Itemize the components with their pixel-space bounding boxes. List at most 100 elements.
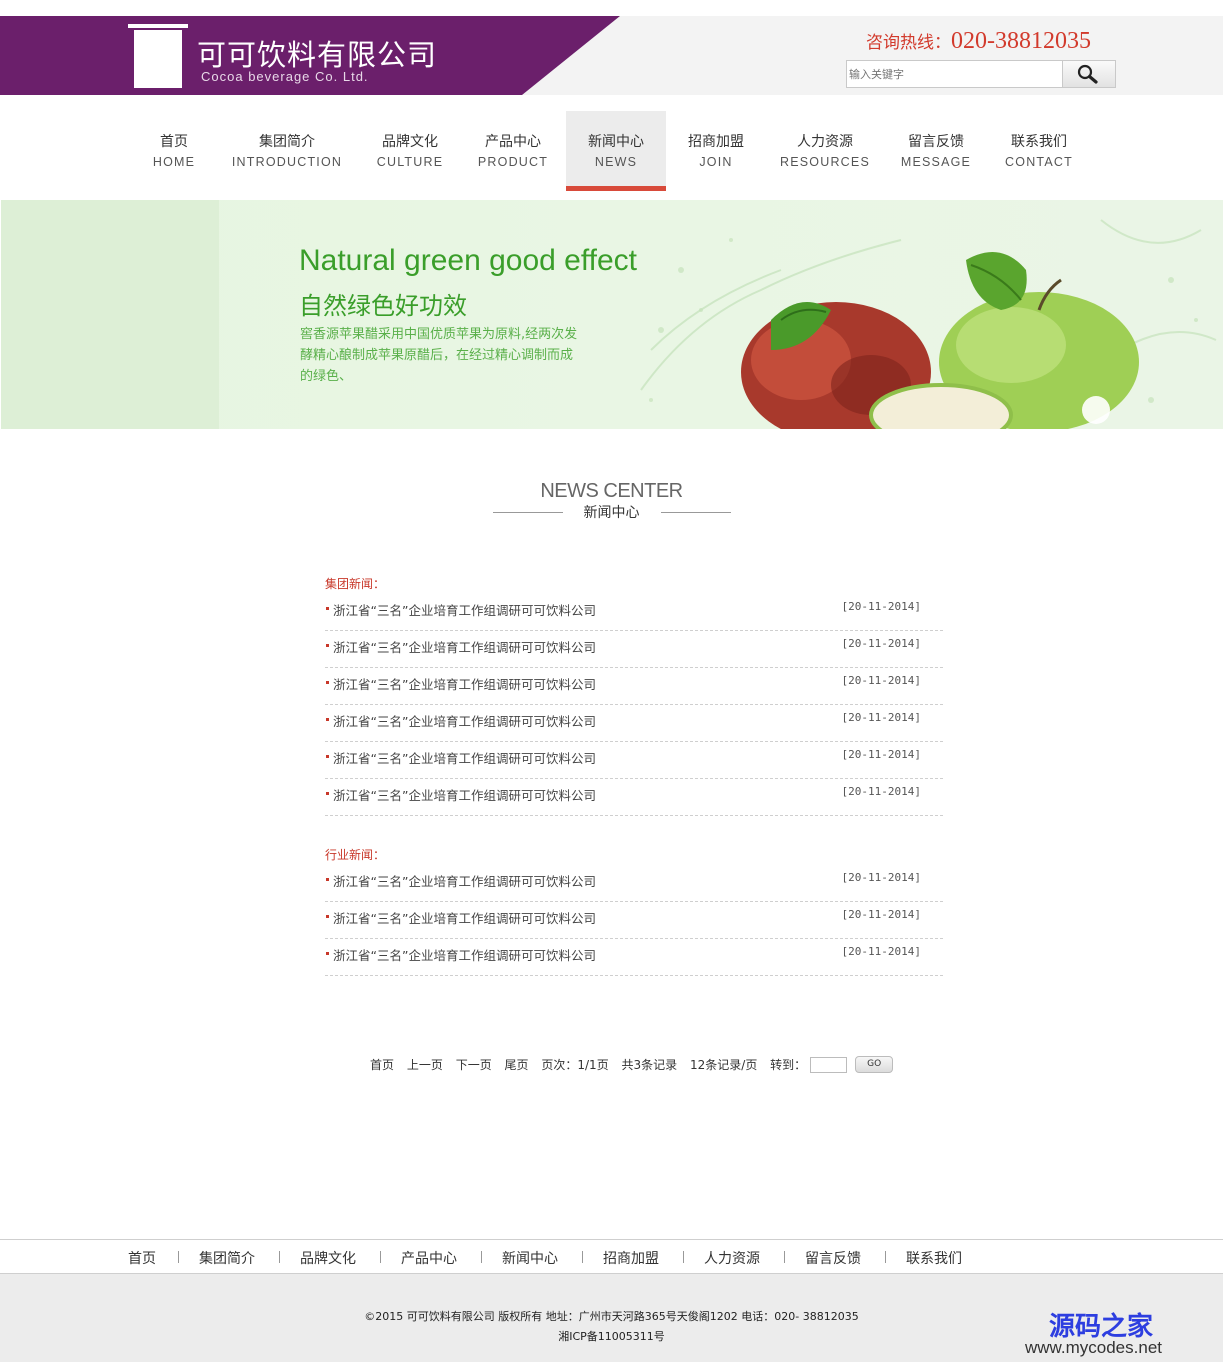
news-date: [20-11-2014] xyxy=(841,785,921,798)
nav-label-cn: 联系我们 xyxy=(1011,134,1067,150)
footer-nav-separator xyxy=(380,1251,381,1263)
nav-label-cn: 人力资源 xyxy=(797,134,853,150)
bullet-icon xyxy=(326,681,329,684)
news-title-link[interactable]: 浙江省“三名”企业培育工作组调研可可饮料公司 xyxy=(333,748,596,767)
nav-label-en: JOIN xyxy=(699,155,733,169)
header: 可可饮料有限公司 Cocoa beverage Co. Ltd. 咨询热线：02… xyxy=(0,16,1223,95)
news-date: [20-11-2014] xyxy=(841,674,921,687)
footer-nav-separator xyxy=(885,1251,886,1263)
news-row[interactable]: 浙江省“三名”企业培育工作组调研可可饮料公司 [20-11-2014] xyxy=(325,668,943,705)
nav-item-introduction[interactable]: 集团简介 INTRODUCTION xyxy=(229,111,345,186)
pager-goto-label: 转到： xyxy=(770,1058,807,1072)
footer-nav-product[interactable]: 产品中心 xyxy=(401,1248,457,1268)
search-box xyxy=(846,60,1116,88)
nav-label-en: CULTURE xyxy=(376,155,444,169)
news-row[interactable]: 浙江省“三名”企业培育工作组调研可可饮料公司 [20-11-2014] xyxy=(325,631,943,668)
footer-nav-news[interactable]: 新闻中心 xyxy=(502,1248,558,1268)
footer-nav-home[interactable]: 首页 xyxy=(128,1248,156,1268)
pager-last-link[interactable]: 尾页 xyxy=(505,1056,529,1073)
bullet-icon xyxy=(326,607,329,610)
watermark-url: www.mycodes.net xyxy=(1025,1338,1162,1357)
nav-label-en: CONTACT xyxy=(1005,155,1073,169)
news-title-link[interactable]: 浙江省“三名”企业培育工作组调研可可饮料公司 xyxy=(333,637,596,656)
news-date: [20-11-2014] xyxy=(841,600,921,613)
group-news-label: 集团新闻： xyxy=(325,577,386,591)
footer-nav-message[interactable]: 留言反馈 xyxy=(805,1248,861,1268)
news-row[interactable]: 浙江省“三名”企业培育工作组调研可可饮料公司 [20-11-2014] xyxy=(325,779,943,816)
nav-label-cn: 新闻中心 xyxy=(588,134,644,150)
news-row[interactable]: 浙江省“三名”企业培育工作组调研可可饮料公司 [20-11-2014] xyxy=(325,594,943,631)
footer-nav-separator xyxy=(582,1251,583,1263)
industry-news-label: 行业新闻： xyxy=(325,848,386,862)
news-date: [20-11-2014] xyxy=(841,748,921,761)
news-title-link[interactable]: 浙江省“三名”企业培育工作组调研可可饮料公司 xyxy=(333,711,596,730)
nav-item-join[interactable]: 招商加盟 JOIN xyxy=(678,111,754,186)
nav-label-en: HOME xyxy=(152,155,196,169)
news-row[interactable]: 浙江省“三名”企业培育工作组调研可可饮料公司 [20-11-2014] xyxy=(325,742,943,779)
news-date: [20-11-2014] xyxy=(841,711,921,724)
pager-go-button[interactable]: GO xyxy=(855,1056,894,1073)
nav-label-cn: 集团简介 xyxy=(259,134,315,150)
news-title-link[interactable]: 浙江省“三名”企业培育工作组调研可可饮料公司 xyxy=(333,871,596,890)
footer-nav-separator xyxy=(279,1251,280,1263)
news-row[interactable]: 浙江省“三名”企业培育工作组调研可可饮料公司 [20-11-2014] xyxy=(325,939,943,976)
company-name[interactable]: 可可饮料有限公司 xyxy=(197,32,437,74)
pager-prev-link[interactable]: 上一页 xyxy=(407,1056,443,1073)
company-name-en: Cocoa beverage Co. Ltd. xyxy=(201,69,369,84)
bullet-icon xyxy=(326,644,329,647)
news-row[interactable]: 浙江省“三名”企业培育工作组调研可可饮料公司 [20-11-2014] xyxy=(325,705,943,742)
news-row[interactable]: 浙江省“三名”企业培育工作组调研可可饮料公司 [20-11-2014] xyxy=(325,902,943,939)
footer-nav-contact[interactable]: 联系我们 xyxy=(906,1248,962,1268)
magnifier-icon xyxy=(1077,64,1098,84)
banner-description: 窖香源苹果醋采用中国优质苹果为原料,经两次发酵精心酿制成苹果原醋后，在经过精心调… xyxy=(300,327,578,384)
nav-label-en: PRODUCT xyxy=(477,155,549,169)
hotline-label: 咨询热线： xyxy=(866,33,951,53)
nav-label-en: INTRODUCTION xyxy=(231,155,343,169)
news-date: [20-11-2014] xyxy=(841,945,921,958)
nav-item-resources[interactable]: 人力资源 RESOURCES xyxy=(780,111,870,186)
nav-item-news[interactable]: 新闻中心 NEWS xyxy=(566,111,666,191)
hotline-number: 020-38812035 xyxy=(951,28,1091,54)
footer-nav-separator xyxy=(481,1251,482,1263)
top-spacer xyxy=(0,0,1223,16)
pager-goto-input[interactable] xyxy=(810,1056,848,1073)
nav-label-en: MESSAGE xyxy=(900,155,972,169)
footer-nav-resources[interactable]: 人力资源 xyxy=(704,1248,760,1268)
footer-nav-separator xyxy=(178,1251,179,1263)
news-date: [20-11-2014] xyxy=(841,871,921,884)
pager-total: 共3条记录 xyxy=(621,1058,678,1072)
nav-label-cn: 品牌文化 xyxy=(382,134,438,150)
footer-nav-separator xyxy=(683,1251,684,1263)
nav-label-cn: 首页 xyxy=(160,134,188,150)
pager-first-link[interactable]: 首页 xyxy=(370,1056,394,1073)
main-nav: 首页 HOME 集团简介 INTRODUCTION 品牌文化 CULTURE 产… xyxy=(0,95,1223,200)
news-title-link[interactable]: 浙江省“三名”企业培育工作组调研可可饮料公司 xyxy=(333,674,596,693)
copyright-text: ©2015 可可饮料有限公司 版权所有 地址：广州市天河路365号天俊阁1202… xyxy=(364,1310,859,1323)
pagination: 首页 上一页 下一页 尾页 页次：1/1页 共3条记录 12条记录/页 转到： G… xyxy=(370,1056,894,1074)
logo-icon[interactable] xyxy=(128,24,188,88)
news-title-link[interactable]: 浙江省“三名”企业培育工作组调研可可饮料公司 xyxy=(333,945,596,964)
news-row[interactable]: 浙江省“三名”企业培育工作组调研可可饮料公司 [20-11-2014] xyxy=(325,865,943,902)
nav-item-culture[interactable]: 品牌文化 CULTURE xyxy=(370,111,450,186)
nav-item-contact[interactable]: 联系我们 CONTACT xyxy=(999,111,1079,186)
search-button[interactable] xyxy=(1062,60,1116,88)
news-title-link[interactable]: 浙江省“三名”企业培育工作组调研可可饮料公司 xyxy=(333,908,596,927)
news-date: [20-11-2014] xyxy=(841,908,921,921)
footer-nav-culture[interactable]: 品牌文化 xyxy=(300,1248,356,1268)
hotline: 咨询热线：020-38812035 xyxy=(866,28,1091,55)
pager-page-info: 页次：1/1页 xyxy=(541,1058,609,1072)
bullet-icon xyxy=(326,755,329,758)
nav-item-product[interactable]: 产品中心 PRODUCT xyxy=(473,111,553,186)
pager-next-link[interactable]: 下一页 xyxy=(456,1056,492,1073)
bullet-icon xyxy=(326,915,329,918)
footer-nav-introduction[interactable]: 集团简介 xyxy=(199,1248,255,1268)
nav-item-home[interactable]: 首页 HOME xyxy=(138,111,210,186)
nav-item-message[interactable]: 留言反馈 MESSAGE xyxy=(896,111,976,186)
footer-nav-join[interactable]: 招商加盟 xyxy=(603,1248,659,1268)
news-title-link[interactable]: 浙江省“三名”企业培育工作组调研可可饮料公司 xyxy=(333,785,596,804)
news-title-link[interactable]: 浙江省“三名”企业培育工作组调研可可饮料公司 xyxy=(333,600,596,619)
nav-label-en: NEWS xyxy=(594,155,638,169)
nav-label-cn: 招商加盟 xyxy=(688,134,744,150)
search-input[interactable] xyxy=(846,60,1064,88)
nav-label-cn: 留言反馈 xyxy=(908,134,964,150)
